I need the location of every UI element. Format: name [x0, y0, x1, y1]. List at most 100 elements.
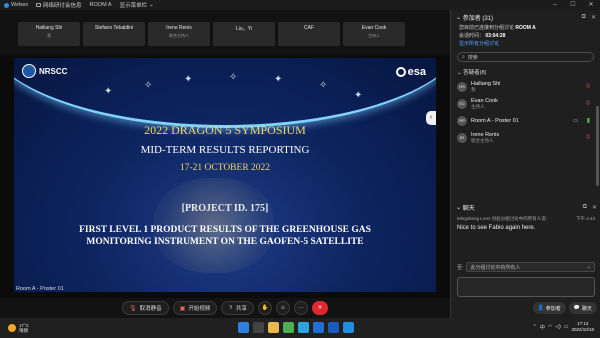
- participants-header: ⌄ 参加者 (31) ⧉ ✕: [456, 13, 596, 22]
- app-icon[interactable]: [343, 322, 354, 333]
- info-icon: [36, 3, 42, 7]
- volume-icon[interactable]: ◁): [555, 324, 561, 330]
- meeting-controls: 🎙 取消静音 ▣ 开始视频 ⇧ 共享 ✋ ☺ ··· ✕: [0, 298, 450, 318]
- weather-widget[interactable]: 17°C 晴朗: [0, 323, 29, 333]
- shared-content-stage: ✦ ✧ ✦ ✧ ✦ ✧ ✦ NRSCC esa 2022 DRAGON 5 SY…: [0, 55, 450, 298]
- collapse-panel-tab[interactable]: ‹: [426, 111, 436, 125]
- show-all-breakouts-link[interactable]: 显示所有分组讨论: [459, 40, 592, 48]
- wifi-icon[interactable]: ◠: [548, 324, 552, 330]
- chat-icon: 💬: [573, 305, 580, 311]
- raise-hand-button[interactable]: ✋: [257, 301, 272, 315]
- video-icon: ▭: [573, 117, 578, 124]
- chevron-down-icon[interactable]: ⌄: [456, 14, 463, 21]
- search-icon: ⌕: [462, 54, 465, 60]
- reactions-button[interactable]: ☺: [275, 301, 290, 315]
- minimize-button[interactable]: ─: [546, 0, 564, 10]
- popout-icon[interactable]: ⧉: [582, 14, 586, 21]
- more-options-button[interactable]: ···: [293, 301, 308, 315]
- chevron-down-icon: ⌄: [149, 2, 154, 8]
- satellite-icon: ✧: [229, 72, 238, 83]
- satellite-icon: ✧: [319, 80, 328, 91]
- chat-recipient-select[interactable]: 此分组讨论中的所有人 ⌄: [466, 262, 595, 272]
- chat-input[interactable]: [457, 277, 595, 297]
- chevron-up-icon[interactable]: ⌃: [533, 324, 537, 330]
- share-icon: ⇧: [228, 305, 233, 311]
- panel-actions: ⧉ ✕: [582, 14, 596, 21]
- list-item[interactable]: RP Room A - Poster 01 ▭ ▮: [451, 112, 600, 129]
- popout-icon[interactable]: ⧉: [583, 204, 587, 211]
- task-view-icon[interactable]: [253, 322, 264, 333]
- meeting-info-button[interactable]: 网络研讨会信息: [32, 1, 86, 9]
- start-video-button[interactable]: ▣ 开始视频: [172, 301, 218, 315]
- participant-scrollbar[interactable]: [596, 106, 599, 186]
- panel-toggle-buttons: 👤 参加者 💬 聊天: [451, 302, 600, 314]
- esa-logo: esa: [395, 66, 426, 78]
- chat-sender: Mingsheng LIAO 对此分组讨论中的所有人说：: [457, 216, 551, 221]
- participant-tile[interactable]: Hailiang Shi 我: [18, 22, 80, 46]
- presenter-label: Room A - Poster 01: [16, 286, 64, 292]
- wechat-icon[interactable]: [283, 322, 294, 333]
- maximize-button[interactable]: ☐: [564, 0, 582, 10]
- input-language[interactable]: 中: [540, 324, 545, 331]
- chevron-down-icon[interactable]: ⌄: [456, 204, 463, 211]
- unmute-button[interactable]: 🎙 取消静音: [122, 301, 169, 315]
- share-button[interactable]: ⇧ 共享: [221, 301, 254, 315]
- list-item[interactable]: HS Hailiang Shi 我 ⦸: [451, 78, 600, 95]
- nrscc-emblem-icon: [22, 64, 36, 78]
- close-icon[interactable]: ✕: [591, 14, 596, 21]
- slide-subtitle: MID-TERM RESULTS REPORTING: [140, 144, 310, 156]
- battery-icon[interactable]: ▭: [564, 324, 569, 330]
- panelists-group-header[interactable]: ⌄ 答疑者(8): [451, 66, 600, 78]
- chat-recipient-row: 至: 此分组讨论中的所有人 ⌄: [457, 262, 595, 272]
- edge-icon[interactable]: [298, 322, 309, 333]
- esa-emblem-icon: [395, 67, 406, 77]
- window-controls: ─ ☐ ✕: [546, 0, 600, 10]
- participant-strip: Hailiang Shi 我 Stefano Tebaldini Irene Re…: [0, 10, 450, 55]
- participant-tile[interactable]: Irene Renis 联合主持人: [148, 22, 210, 46]
- chat-toggle-button[interactable]: 💬 聊天: [568, 302, 597, 314]
- participant-list: HS Hailiang Shi 我 ⦸ EC Evan Cook 主持人 ⦸ RP …: [451, 78, 600, 146]
- windows-taskbar: 17°C 晴朗 ⌃ 中 ◠ ◁) ▭ 17:13 2022/10/18: [0, 318, 600, 338]
- leave-meeting-button[interactable]: ✕: [311, 301, 328, 315]
- show-menu-bar-button[interactable]: 显示菜单栏 ⌄: [116, 1, 158, 9]
- file-explorer-icon[interactable]: [268, 322, 279, 333]
- participant-tile[interactable]: Evan Cook 主持人: [343, 22, 405, 46]
- mic-muted-icon: ⦸: [586, 100, 590, 106]
- clock[interactable]: 17:13 2022/10/18: [571, 321, 594, 333]
- taskbar-apps: [238, 322, 354, 333]
- mic-muted-icon: ⦸: [586, 83, 590, 89]
- word-icon[interactable]: [328, 322, 339, 333]
- avatar: EC: [457, 98, 467, 109]
- avatar: RP: [457, 115, 467, 126]
- system-tray: ⌃ 中 ◠ ◁) ▭ 17:13 2022/10/18: [533, 321, 594, 333]
- participant-search-input[interactable]: ⌕ 搜索: [457, 52, 594, 62]
- chat-header: ⌄ 聊天 ⧉ ✕: [456, 203, 597, 212]
- people-icon: 👤: [537, 305, 544, 311]
- list-item[interactable]: IR Irene Renis 联合主持人 ⦸: [451, 129, 600, 146]
- satellite-icon: ✧: [144, 80, 153, 91]
- start-icon[interactable]: [238, 322, 249, 333]
- slide-paper-title: FIRST LEVEL 1 PRODUCT RESULTS OF THE GRE…: [79, 225, 371, 247]
- video-off-icon: ▣: [179, 305, 186, 312]
- close-button[interactable]: ✕: [582, 0, 600, 10]
- slide-title: 2022 DRAGON 5 SYMPOSIUM: [144, 123, 306, 137]
- phone-hangup-icon: ✕: [317, 305, 323, 311]
- side-panel: ⌄ 参加者 (31) ⧉ ✕ 您目前已连接到分组讨论 ROOM A 会话时间： …: [450, 10, 600, 318]
- participant-tile[interactable]: Liu，Yi: [213, 22, 275, 46]
- mic-muted-icon: ⦸: [586, 134, 590, 140]
- satellite-icon: ✦: [274, 74, 283, 85]
- webex-app-icon[interactable]: [313, 322, 324, 333]
- breakout-info: 您目前已连接到分组讨论 ROOM A 会话时间： 03:04:28 显示所有分组…: [451, 24, 600, 48]
- participants-toggle-button[interactable]: 👤 参加者: [532, 302, 566, 314]
- close-icon[interactable]: ✕: [592, 204, 597, 211]
- mic-on-icon: ▮: [586, 118, 590, 124]
- room-name: ROOM A: [89, 2, 112, 8]
- smile-icon: ☺: [280, 305, 286, 311]
- avatar: HS: [457, 81, 467, 92]
- satellite-icon: ✦: [354, 90, 363, 101]
- list-item[interactable]: EC Evan Cook 主持人 ⦸: [451, 95, 600, 112]
- sun-icon: [8, 324, 16, 332]
- satellite-icon: ✦: [104, 86, 113, 97]
- participant-tile[interactable]: Stefano Tebaldini: [83, 22, 145, 46]
- participant-tile[interactable]: CAF: [278, 22, 340, 46]
